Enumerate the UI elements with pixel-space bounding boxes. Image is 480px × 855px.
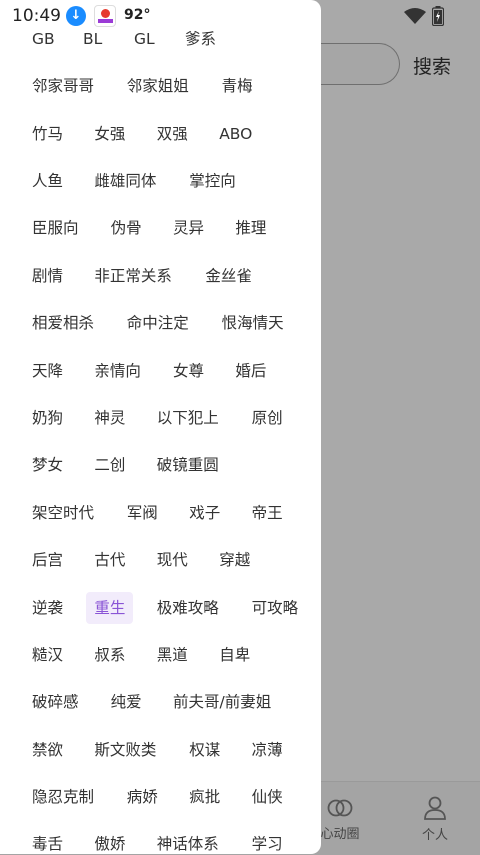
tag-row: 竹马 女强 双强 ABO [0,118,321,150]
tag-item[interactable]: 臣服向 [24,212,87,244]
tag-item[interactable]: 推理 [227,212,274,244]
tag-item[interactable]: 女尊 [165,355,212,387]
tag-row: 梦女 二创 破镜重圆 [0,449,321,481]
tag-item[interactable]: ABO [211,118,260,150]
tag-item[interactable]: 原创 [244,402,291,434]
tag-item[interactable]: 现代 [149,544,196,576]
tag-item[interactable]: 禁欲 [24,734,71,766]
tag-item[interactable]: 剧情 [24,260,71,292]
tag-item[interactable]: 穿越 [211,544,258,576]
tag-item[interactable]: 自卑 [211,639,258,671]
battery-icon [432,6,444,26]
nav-me[interactable]: 个人 [400,782,470,855]
tag-item[interactable]: 非正常关系 [86,260,180,292]
tag-item[interactable]: 梦女 [24,449,71,481]
tag-item[interactable]: 帝王 [244,497,291,529]
tag-item[interactable]: 竹马 [24,118,71,150]
wifi-icon [404,8,426,24]
tag-item[interactable]: 架空时代 [24,497,102,529]
tag-row: 奶狗 神灵 以下犯上 原创 [0,402,321,434]
tag-item[interactable]: 逆袭 [24,592,71,624]
heart-circle-icon [327,799,353,816]
tag-item[interactable]: 恨海情天 [214,307,292,339]
person-icon [424,796,446,820]
tag-item[interactable]: 后宫 [24,544,71,576]
tag-item[interactable]: 以下犯上 [149,402,227,434]
tag-item[interactable]: 金丝雀 [197,260,260,292]
tag-row: 相爱相杀 命中注定 恨海情天 [0,307,321,339]
tag-item[interactable]: 叔系 [86,639,133,671]
tag-item[interactable]: 前夫哥/前妻姐 [165,686,279,718]
tag-item[interactable]: 雌雄同体 [86,165,164,197]
tag-row: 后宫 古代 现代 穿越 [0,544,321,576]
status-temperature: 92° [124,7,151,23]
tag-item[interactable]: 青梅 [214,70,261,102]
tag-item[interactable]: 病娇 [119,781,166,813]
tag-row: 天降 亲情向 女尊 婚后 [0,355,321,387]
tag-row: 糙汉 叔系 黑道 自卑 [0,639,321,671]
tag-item[interactable]: 掌控向 [181,165,244,197]
tag-row: 人鱼 雌雄同体 掌控向 [0,165,321,197]
tag-item[interactable]: 二创 [86,449,133,481]
tag-item[interactable]: 傲娇 [86,828,133,854]
tag-item[interactable]: 邻家姐姐 [119,70,197,102]
tag-item[interactable]: 斯文败类 [86,734,164,766]
tag-item[interactable]: 伪骨 [103,212,150,244]
tag-item[interactable]: 黑道 [149,639,196,671]
tag-item[interactable]: 隐忍克制 [24,781,102,813]
tag-item[interactable]: 纯爱 [103,686,150,718]
tag-item[interactable]: 相爱相杀 [24,307,102,339]
status-bar: 10:49 ↓ 92° [0,0,480,32]
tag-item[interactable]: 糙汉 [24,639,71,671]
tag-item[interactable]: 疯批 [181,781,228,813]
tag-item[interactable]: 奶狗 [24,402,71,434]
tag-item[interactable]: 双强 [149,118,196,150]
tag-item[interactable]: 命中注定 [119,307,197,339]
tag-item[interactable]: 天降 [24,355,71,387]
tag-item[interactable]: 可攻略 [244,592,307,624]
tag-item[interactable]: 毒舌 [24,828,71,854]
tag-item[interactable]: 破镜重圆 [149,449,227,481]
tag-item[interactable]: 极难攻略 [149,592,227,624]
nav-me-label: 个人 [421,827,448,843]
status-time: 10:49 [12,6,61,26]
tag-item[interactable]: 戏子 [181,497,228,529]
tag-row: 邻家哥哥 邻家姐姐 青梅 [0,70,321,102]
app-notification-icon [94,5,116,27]
tag-item[interactable]: 凉薄 [244,734,291,766]
tag-item[interactable]: 仙侠 [244,781,291,813]
tag-drawer: GB BL GL 爹系 邻家哥哥 邻家姐姐 青梅 竹马 女强 双强 ABO 人鱼 雌雄同体 掌控向 臣服向伪… [0,0,321,854]
tag-item[interactable]: 军阀 [119,497,166,529]
tag-item[interactable]: 灵异 [165,212,212,244]
tag-item[interactable]: 重生 [86,592,134,624]
tag-item[interactable]: 邻家哥哥 [24,70,102,102]
tag-row: 臣服向 伪骨 灵异 推理 [0,212,321,244]
tag-row: 破碎感 纯爱 前夫哥/前妻姐 [0,686,321,718]
tag-item[interactable]: 婚后 [227,355,274,387]
tag-item[interactable]: 女强 [86,118,133,150]
tag-item[interactable]: 古代 [86,544,133,576]
download-icon: ↓ [66,6,86,26]
tag-row: 禁欲 斯文败类 权谋 凉薄 [0,734,321,766]
tag-row: 逆袭 重生 极难攻略 可攻略 [0,592,321,624]
tag-row: 毒舌 傲娇 神话体系 学习 [0,828,321,854]
tag-item[interactable]: 人鱼 [24,165,71,197]
search-button[interactable]: 搜索 [413,52,451,79]
tag-item[interactable]: 权谋 [181,734,228,766]
tag-row: 剧情 非正常关系 金丝雀 [0,260,321,292]
tag-item[interactable]: 破碎感 [24,686,87,718]
tag-item[interactable]: 学习 [244,828,291,854]
tag-row: 隐忍克制 病娇 疯批 仙侠 [0,781,321,813]
tag-item[interactable]: 神话体系 [149,828,227,854]
nav-heart-label: 心动圈 [320,826,360,842]
tag-row: 架空时代 军阀 戏子 帝王 [0,497,321,529]
tag-item[interactable]: 亲情向 [86,355,149,387]
tag-item[interactable]: 神灵 [86,402,133,434]
